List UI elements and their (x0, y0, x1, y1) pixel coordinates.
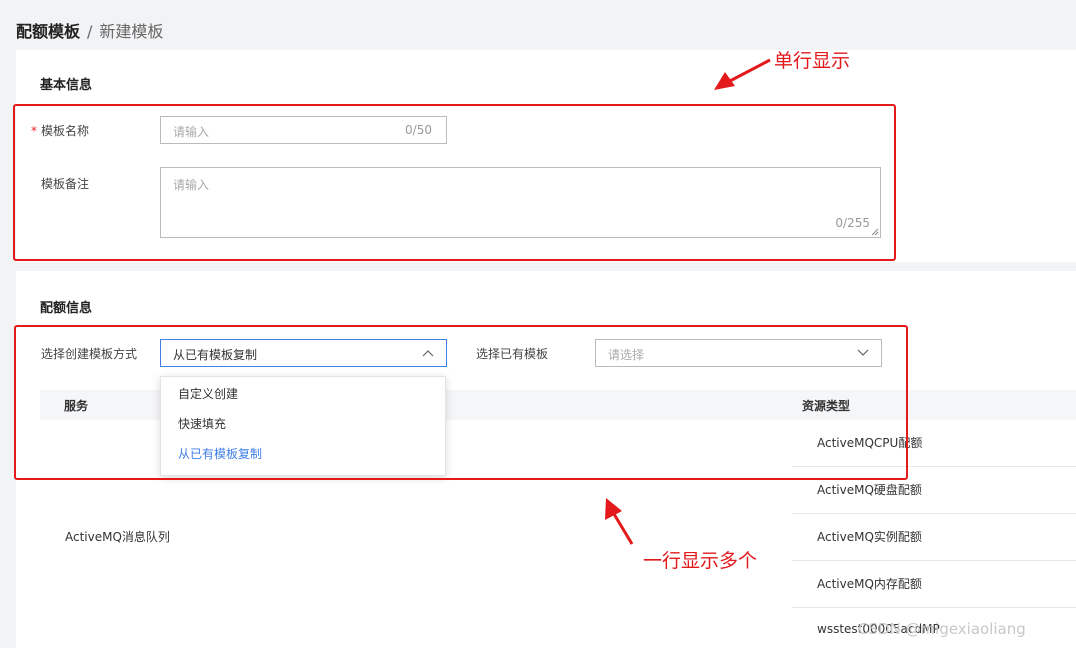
resource-cell: ActiveMQ内存配额 (817, 577, 922, 591)
annotation-label-multi-row: 一行显示多个 (643, 550, 758, 572)
annotation-label-single-row: 单行显示 (774, 50, 851, 72)
annotation-box-single-row (13, 104, 896, 261)
annotation-arrow-icon (605, 498, 634, 545)
basic-info-title: 基本信息 (40, 78, 93, 93)
row-divider (792, 513, 1076, 514)
breadcrumb-parent[interactable]: 配额模板 (16, 22, 80, 41)
resource-cell: ActiveMQ实例配额 (817, 530, 922, 544)
breadcrumb: 配额模板 / 新建模板 (16, 18, 163, 42)
resource-cell: ActiveMQ硬盘配额 (817, 483, 922, 497)
breadcrumb-current: 新建模板 (99, 22, 164, 41)
row-divider (792, 607, 1076, 608)
watermark: CSDN @migexiaoliang (858, 620, 1026, 638)
service-cell: ActiveMQ消息队列 (65, 530, 170, 544)
annotation-arrow-icon (714, 58, 771, 90)
breadcrumb-separator: / (87, 22, 93, 41)
annotation-box-multi-row (14, 325, 908, 480)
row-divider (792, 560, 1076, 561)
quota-info-title: 配额信息 (40, 301, 93, 316)
